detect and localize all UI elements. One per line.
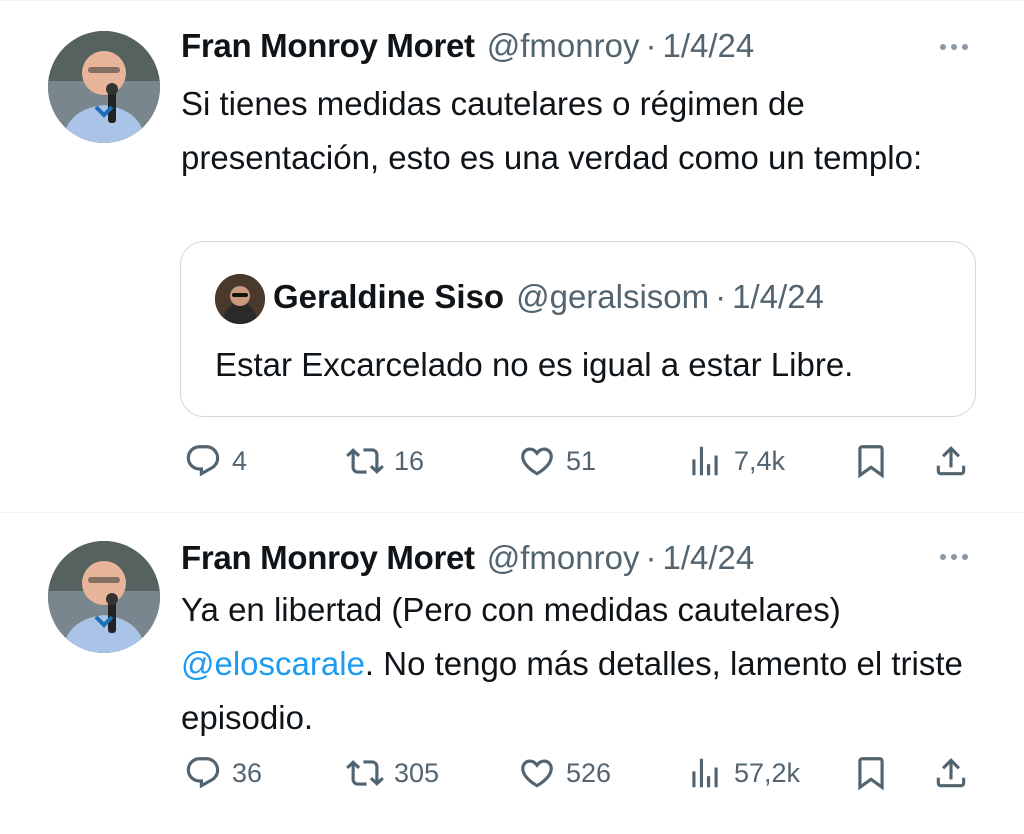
author-name[interactable]: Fran Monroy Moret <box>181 27 475 65</box>
retweet-count: 305 <box>394 757 440 788</box>
tweet-date[interactable]: 1/4/24 <box>662 539 754 577</box>
quote-text: Estar Excarcelado no es igual a estar Li… <box>215 346 854 383</box>
share-icon <box>936 446 966 476</box>
share-button[interactable] <box>932 437 970 485</box>
separator-dot: · <box>645 27 657 64</box>
tweet-text: Ya en libertad (Pero con medidas cautela… <box>181 583 971 745</box>
like-count: 51 <box>566 445 597 476</box>
views-icon <box>692 758 718 788</box>
author-avatar[interactable] <box>48 31 160 143</box>
bookmark-icon <box>858 757 884 791</box>
separator-dot: · <box>715 278 727 315</box>
more-icon[interactable] <box>934 37 974 57</box>
tweet[interactable]: Fran Monroy Moret @fmonroy · 1/4/24 Si t… <box>0 0 1024 510</box>
author-handle[interactable]: @fmonroy <box>487 539 640 577</box>
reply-icon <box>186 445 220 477</box>
mention-link[interactable]: @eloscarale <box>181 645 365 682</box>
tweet-header: Fran Monroy Moret @fmonroy · 1/4/24 <box>181 27 754 67</box>
quote-author-avatar <box>215 274 265 324</box>
views-button[interactable]: 7,4k <box>686 437 785 485</box>
views-button[interactable]: 57,2k <box>686 749 800 797</box>
views-icon <box>692 446 718 476</box>
quote-author-name: Geraldine Siso <box>273 278 505 315</box>
share-button[interactable] <box>932 749 970 797</box>
author-avatar[interactable] <box>48 541 160 653</box>
reply-count: 36 <box>232 757 263 788</box>
bookmark-button[interactable] <box>852 749 890 797</box>
quote-date: 1/4/24 <box>732 278 824 315</box>
like-icon <box>521 447 553 476</box>
share-icon <box>936 758 966 788</box>
like-button[interactable]: 51 <box>518 437 596 485</box>
views-count: 7,4k <box>734 445 786 476</box>
author-handle[interactable]: @fmonroy <box>487 27 640 65</box>
views-count: 57,2k <box>734 757 801 788</box>
bookmark-icon <box>858 445 884 479</box>
like-icon <box>521 759 553 788</box>
retweet-count: 16 <box>394 445 425 476</box>
reply-button[interactable]: 4 <box>184 437 247 485</box>
reply-button[interactable]: 36 <box>184 749 262 797</box>
reply-count: 4 <box>232 445 248 476</box>
action-bar: 4 16 51 7,4k <box>0 437 1024 485</box>
quote-author-handle: @geralsisom <box>516 278 710 315</box>
like-button[interactable]: 526 <box>518 749 611 797</box>
author-name[interactable]: Fran Monroy Moret <box>181 539 475 577</box>
retweet-icon <box>346 760 384 786</box>
quote-header: Geraldine Siso @geralsisom · 1/4/24 <box>273 278 824 316</box>
like-count: 526 <box>566 757 612 788</box>
reply-icon <box>186 757 220 789</box>
more-icon[interactable] <box>934 547 974 567</box>
retweet-icon <box>346 448 384 474</box>
bookmark-button[interactable] <box>852 437 890 485</box>
quoted-tweet[interactable]: Geraldine Siso @geralsisom · 1/4/24 Esta… <box>180 241 976 417</box>
tweet[interactable]: Fran Monroy Moret @fmonroy · 1/4/24 Ya e… <box>0 512 1024 834</box>
retweet-button[interactable]: 305 <box>346 749 439 797</box>
separator-dot: · <box>645 539 657 576</box>
tweet-header: Fran Monroy Moret @fmonroy · 1/4/24 <box>181 539 754 579</box>
tweet-date[interactable]: 1/4/24 <box>662 27 754 65</box>
tweet-text: Si tienes medidas cautelares o régimen d… <box>181 85 923 176</box>
tweet-text-part: Ya en libertad (Pero con medidas cautela… <box>181 591 841 628</box>
retweet-button[interactable]: 16 <box>346 437 424 485</box>
action-bar: 36 305 526 57,2k <box>0 749 1024 797</box>
